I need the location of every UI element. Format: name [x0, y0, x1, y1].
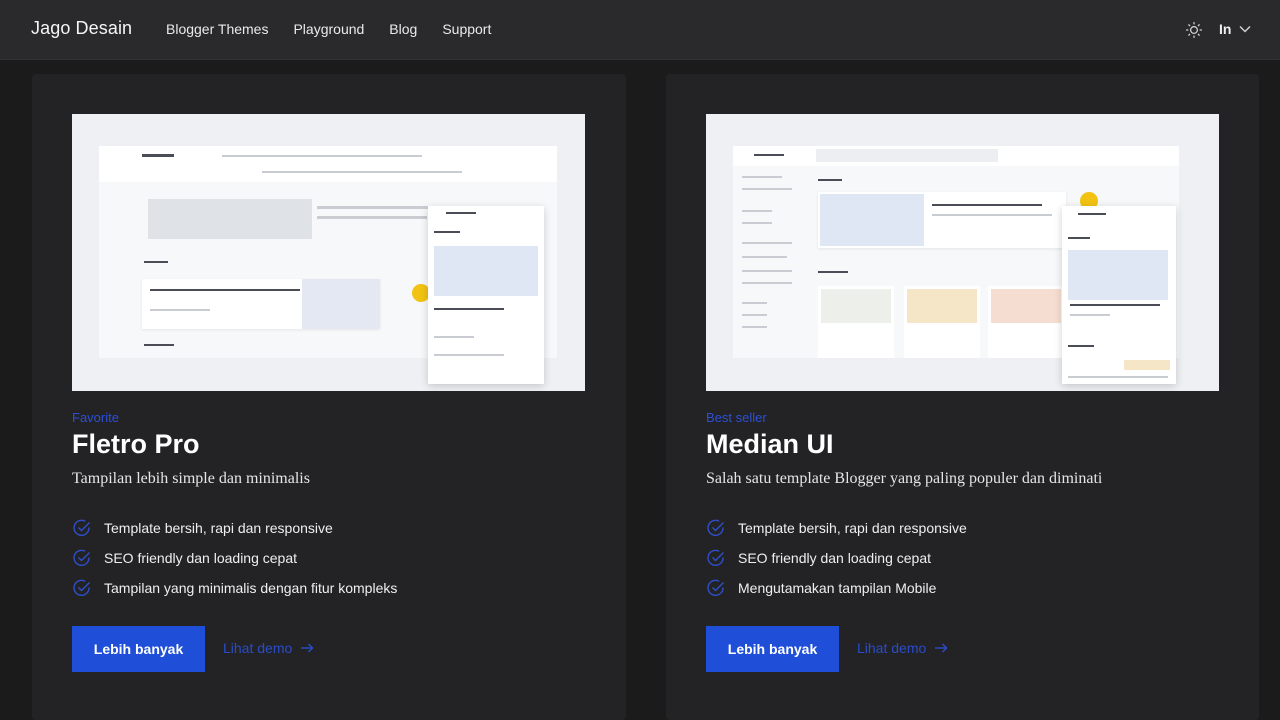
feature-list: Template bersih, rapi dan responsive SEO…	[706, 513, 967, 603]
mobile-mockup-post-title	[434, 308, 504, 310]
mobile-mockup-thumb	[434, 246, 538, 296]
mockup-post-thumb	[907, 289, 977, 323]
nav-item-support[interactable]: Support	[442, 21, 491, 37]
mockup-header	[99, 146, 557, 182]
product-card-fletro-pro: Favorite Fletro Pro Tampilan lebih simpl…	[32, 74, 626, 720]
feature-text: SEO friendly dan loading cepat	[104, 550, 298, 566]
mockup-logo	[754, 154, 784, 156]
feature-item: Template bersih, rapi dan responsive	[72, 513, 397, 543]
theme-preview-image[interactable]	[72, 114, 585, 391]
arrow-right-icon	[935, 643, 948, 653]
mockup-trending-thumb	[820, 194, 924, 246]
mobile-mockup-thumb	[1124, 360, 1170, 370]
mockup-post-meta	[150, 309, 210, 311]
view-demo-label: Lihat demo	[857, 640, 927, 656]
check-circle-icon	[706, 548, 726, 568]
mockup-sidebar-item	[742, 326, 767, 328]
mobile-mockup-post-title	[1070, 304, 1160, 306]
mockup-sidebar-item	[742, 270, 792, 272]
theme-toggle-button[interactable]	[1184, 20, 1204, 40]
mobile-mockup-meta	[1070, 314, 1110, 316]
card-subtitle: Tampilan lebih simple dan minimalis	[72, 470, 310, 487]
check-circle-icon	[706, 578, 726, 598]
mockup-post-thumb	[302, 279, 380, 329]
mockup-subnav	[262, 171, 462, 173]
mockup-section-title	[144, 261, 168, 263]
arrow-right-icon	[301, 643, 314, 653]
mockup-sidebar-item	[742, 282, 792, 284]
mockup-sidebar-item	[742, 188, 792, 190]
mobile-mockup-logo	[1078, 213, 1106, 215]
feature-text: Mengutamakan tampilan Mobile	[738, 580, 937, 596]
feature-text: Tampilan yang minimalis dengan fitur kom…	[104, 580, 398, 596]
theme-preview-image[interactable]	[706, 114, 1219, 391]
card-title: Median UI	[706, 429, 834, 459]
sun-icon	[1186, 22, 1202, 38]
check-circle-icon	[72, 518, 92, 538]
mobile-mockup-title	[434, 231, 460, 233]
mockup-nav	[222, 155, 422, 157]
more-button[interactable]: Lebih banyak	[706, 626, 839, 672]
language-label: In	[1219, 21, 1232, 37]
nav-item-blog[interactable]: Blog	[389, 21, 417, 37]
mockup-banner-line	[317, 216, 427, 219]
feature-item: Mengutamakan tampilan Mobile	[706, 573, 967, 603]
card-title: Fletro Pro	[72, 429, 200, 459]
feature-item: SEO friendly dan loading cepat	[706, 543, 967, 573]
mobile-mockup-meta	[434, 354, 504, 356]
feature-text: Template bersih, rapi dan responsive	[738, 520, 967, 536]
mockup-sidebar-item	[742, 176, 782, 178]
more-button[interactable]: Lebih banyak	[72, 626, 205, 672]
mockup-trending-text	[932, 214, 1052, 216]
language-selector[interactable]: In	[1219, 21, 1251, 37]
feature-list: Template bersih, rapi dan responsive SEO…	[72, 513, 397, 603]
mobile-mockup-meta	[434, 336, 474, 338]
check-circle-icon	[706, 518, 726, 538]
mockup-sidebar-item	[742, 210, 772, 212]
mockup-trending-title	[932, 204, 1042, 206]
view-demo-link[interactable]: Lihat demo	[223, 640, 314, 656]
view-demo-label: Lihat demo	[223, 640, 293, 656]
mobile-mockup-title	[1068, 237, 1090, 239]
mockup-sidebar-item	[742, 314, 767, 316]
feature-item: Tampilan yang minimalis dengan fitur kom…	[72, 573, 397, 603]
chevron-down-icon	[1239, 25, 1251, 33]
card-eyebrow: Best seller	[706, 410, 767, 425]
check-circle-icon	[72, 578, 92, 598]
check-circle-icon	[72, 548, 92, 568]
mockup-post-thumb	[821, 289, 891, 323]
mockup-banner	[148, 199, 312, 239]
mockup-search	[816, 149, 998, 162]
feature-item: SEO friendly dan loading cepat	[72, 543, 397, 573]
nav-item-playground[interactable]: Playground	[293, 21, 364, 37]
brand-logo[interactable]: Jago Desain	[31, 18, 132, 39]
mockup-sidebar-item	[742, 242, 792, 244]
mockup-section-title	[144, 344, 174, 346]
mockup-sidebar-item	[742, 222, 772, 224]
mockup-section-title	[818, 179, 842, 181]
mockup-banner-line	[317, 206, 437, 209]
main-nav: Blogger Themes Playground Blog Support	[166, 21, 516, 37]
mockup-sidebar-item	[742, 256, 787, 258]
top-navigation-bar: Jago Desain Blogger Themes Playground Bl…	[0, 0, 1280, 60]
feature-text: SEO friendly dan loading cepat	[738, 550, 932, 566]
mobile-mockup-section	[1068, 345, 1094, 347]
mockup-sidebar-item	[742, 302, 767, 304]
mobile-mockup-logo	[446, 212, 476, 214]
card-eyebrow: Favorite	[72, 410, 119, 425]
feature-text: Template bersih, rapi dan responsive	[104, 520, 333, 536]
product-card-median-ui: Best seller Median UI Salah satu templat…	[666, 74, 1259, 720]
mobile-mockup-thumb	[1068, 250, 1168, 300]
feature-item: Template bersih, rapi dan responsive	[706, 513, 967, 543]
nav-item-blogger-themes[interactable]: Blogger Themes	[166, 21, 268, 37]
mockup-post-title	[150, 289, 300, 291]
mockup-logo	[142, 154, 174, 157]
mobile-mockup-bottom-nav	[1068, 376, 1168, 378]
card-subtitle: Salah satu template Blogger yang paling …	[706, 470, 1103, 487]
view-demo-link[interactable]: Lihat demo	[857, 640, 948, 656]
mockup-section-title	[818, 271, 848, 273]
mockup-post-thumb	[991, 289, 1061, 323]
